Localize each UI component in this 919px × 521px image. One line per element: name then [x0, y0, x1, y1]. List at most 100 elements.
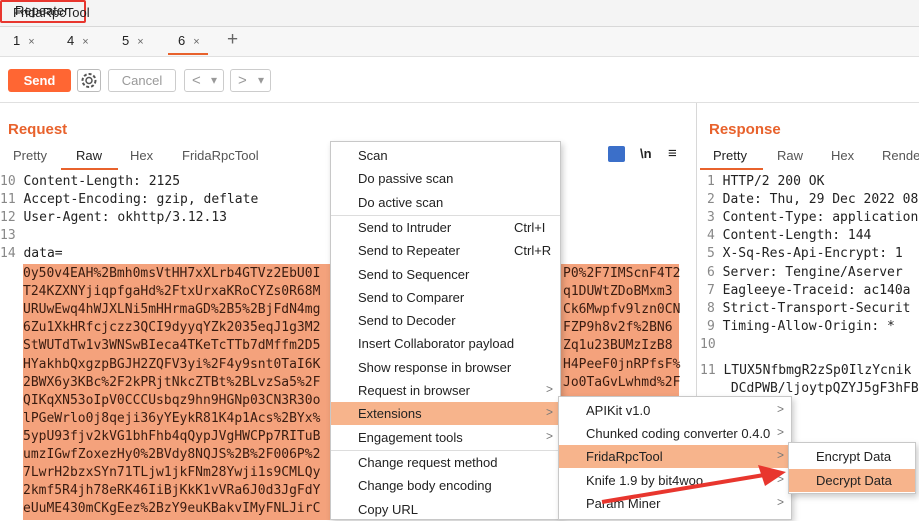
newline-toggle-icon[interactable]: \n — [640, 146, 652, 161]
line-text: User-Agent: okhttp/3.12.13 — [23, 210, 227, 225]
context-item-show-response-in-browser[interactable]: Show response in browser — [331, 356, 560, 379]
request-tab-label: 1 — [13, 33, 21, 48]
line-number: 9 — [707, 318, 715, 334]
frida-item-decrypt-data[interactable]: Decrypt Data — [789, 469, 915, 492]
menu-item-label: Do active scan — [358, 194, 444, 210]
menu-item-shortcut: Ctrl+R — [514, 243, 552, 259]
close-icon[interactable]: × — [193, 36, 199, 48]
line-text: X-Sq-Res-Api-Encrypt: 1 — [722, 246, 903, 262]
line-number: 14 — [0, 246, 16, 261]
context-item-extensions[interactable]: Extensions > — [331, 402, 560, 426]
repeater-toolbar: Send Cancel < ▾ > ▾ — [0, 57, 919, 103]
line-number: 11 — [0, 192, 16, 207]
send-button[interactable]: Send — [8, 69, 71, 92]
extension-tab-bar: FridaRpcTool Repeater — [0, 0, 919, 27]
menu-item-label: Chunked coding converter 0.4.0 — [586, 426, 771, 442]
forward-button[interactable]: > ▾ — [230, 69, 271, 92]
context-item-send-to-repeater[interactable]: Send to Repeater Ctrl+R — [331, 239, 560, 262]
context-item-change-body-encoding[interactable]: Change body encoding — [331, 474, 560, 497]
annotation-arrow-icon — [601, 465, 786, 504]
add-tab-button[interactable]: + — [227, 29, 238, 51]
chevron-down-icon[interactable]: ▾ — [258, 70, 264, 91]
request-tab-label: 6 — [178, 33, 186, 48]
tab-raw[interactable]: Raw — [76, 148, 102, 163]
fridarpctool-submenu: Encrypt Data Decrypt Data — [788, 442, 916, 494]
line-text: DCdPWB/ljoytpQZYJ5gF3hFBK — [730, 381, 919, 397]
request-tab-5[interactable]: 5 × — [122, 33, 144, 55]
line-number: 4 — [707, 228, 715, 244]
context-item-scan[interactable]: Scan — [331, 144, 560, 167]
tab-hex[interactable]: Hex — [130, 148, 153, 163]
tab-hex[interactable]: Hex — [831, 148, 854, 163]
menu-item-label: Encrypt Data — [816, 449, 892, 464]
menu-item-label: Send to Sequencer — [358, 266, 470, 282]
extension-item-chunked-coding-converter-0-4-0[interactable]: Chunked coding converter 0.4.0 > — [559, 422, 791, 445]
data-line: T24KZXNYjiqpfgaHd%2FtxUrxaKRoCYZs0R68M — [23, 284, 321, 300]
context-item-send-to-intruder[interactable]: Send to Intruder Ctrl+I — [331, 216, 560, 239]
data-line: 6Zu1XkHRfcjczz3QCI9dyyqYZk2035eqJ1g3M2 — [23, 320, 321, 336]
editor-line: 5 X-Sq-Res-Api-Encrypt: 1 — [707, 246, 903, 261]
wrap-lines-icon[interactable] — [608, 146, 625, 162]
tab-pretty[interactable]: Pretty — [13, 148, 47, 163]
chevron-down-icon[interactable]: ▾ — [211, 70, 217, 91]
data-line-tail: FZP9h8v2f%2BN6 — [563, 320, 673, 336]
data-line: 7LwrH2bzxSYn71TLjw1jkFNm28Ywji1s9CMLQy — [23, 465, 321, 481]
editor-line: 1 HTTP/2 200 OK — [707, 174, 824, 189]
menu-item-label: APIKit v1.0 — [586, 403, 651, 418]
chevron-right-icon: > — [546, 382, 554, 396]
context-item-send-to-decoder[interactable]: Send to Decoder — [331, 309, 560, 332]
editor-line: 11 Accept-Encoding: gzip, deflate — [0, 192, 258, 207]
data-line: StWUTdTw1v3WNSwBIeca4TKeTcTTb7dMffm2D5 — [23, 338, 321, 354]
context-item-change-request-method[interactable]: Change request method — [331, 451, 560, 474]
data-line: 5ypU93fjv2kVG1bhFhb4qQypJVgHWCPp7RITuB — [23, 428, 321, 444]
context-item-send-to-comparer[interactable]: Send to Comparer — [331, 286, 560, 309]
data-line-tail: H4PeeF0jnRPfsF% — [563, 356, 681, 372]
data-line-tail: Zq1u23BUMzIzB8 — [563, 338, 673, 354]
context-menu: Scan Do passive scan Do active scan Send to… — [330, 141, 561, 520]
editor-line: 6 Server: Tengine/Aserver — [707, 265, 903, 280]
context-item-engagement-tools[interactable]: Engagement tools > — [331, 426, 560, 449]
settings-button[interactable] — [77, 69, 101, 92]
tab-render[interactable]: Rende — [882, 148, 919, 163]
context-item-request-in-browser[interactable]: Request in browser > — [331, 379, 560, 402]
tab-fridarpctool-view[interactable]: FridaRpcTool — [182, 148, 259, 163]
editor-line: 10 — [700, 337, 723, 352]
line-number: 10 — [700, 336, 716, 352]
context-item-insert-collaborator-payload[interactable]: Insert Collaborator payload — [331, 332, 560, 355]
line-number: 2 — [707, 192, 715, 208]
tab-pretty[interactable]: Pretty — [713, 148, 747, 163]
menu-item-label: Send to Comparer — [358, 289, 465, 305]
context-item-send-to-sequencer[interactable]: Send to Sequencer — [331, 263, 560, 286]
frida-item-encrypt-data[interactable]: Encrypt Data — [789, 445, 915, 468]
data-line: 0y50v4EAH%2Bmh0msVtHH7xXLrb4GTVz2EbU0I — [23, 266, 321, 281]
request-tab-6[interactable]: 6 × — [168, 33, 208, 55]
line-number: 13 — [0, 228, 16, 243]
editor-line: 4 Content-Length: 144 — [707, 228, 871, 243]
menu-icon[interactable]: ≡ — [668, 145, 677, 162]
line-text: Eagleeye-Traceid: ac140a — [722, 282, 911, 298]
chevron-right-icon: > — [777, 402, 785, 416]
request-tab-1[interactable]: 1 × — [13, 33, 35, 55]
menu-item-shortcut: Ctrl+I — [514, 219, 546, 235]
back-button[interactable]: < ▾ — [184, 69, 224, 92]
editor-line: 7 Eagleeye-Traceid: ac140a — [707, 283, 911, 298]
data-line-tail: Ck6Mwpfv9lzn0CN — [563, 302, 681, 318]
context-item-do-passive-scan[interactable]: Do passive scan — [331, 167, 560, 190]
request-tab-4[interactable]: 4 × — [67, 33, 89, 55]
tab-raw[interactable]: Raw — [777, 148, 803, 163]
close-icon[interactable]: × — [82, 36, 88, 48]
repeater-request-tabs: 1 × 4 × 5 × 6 × + — [0, 27, 919, 57]
close-icon[interactable]: × — [28, 36, 34, 48]
data-line-tail: Jo0TaGvLwhmd%2F — [563, 374, 681, 390]
context-item-do-active-scan[interactable]: Do active scan — [331, 191, 560, 214]
line-number: 11 — [700, 363, 716, 378]
editor-line: 12 User-Agent: okhttp/3.12.13 — [0, 210, 227, 225]
close-icon[interactable]: × — [137, 36, 143, 48]
extension-item-apikit-v1-0[interactable]: APIKit v1.0 > — [559, 399, 791, 422]
context-item-copy-url[interactable]: Copy URL — [331, 498, 560, 521]
cancel-button[interactable]: Cancel — [108, 69, 176, 92]
menu-item-label: Send to Repeater — [358, 243, 460, 259]
active-tab-underline — [700, 168, 763, 170]
tab-repeater-label: Repeater — [15, 3, 69, 18]
line-text: Timing-Allow-Origin: * — [722, 318, 895, 334]
